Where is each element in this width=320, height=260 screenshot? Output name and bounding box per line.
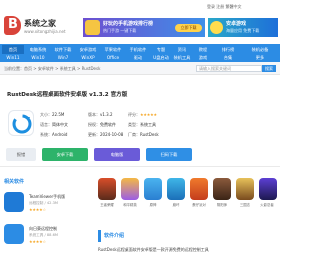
section-marker bbox=[98, 230, 101, 242]
nav-sub-item[interactable]: 合集 bbox=[214, 53, 242, 62]
game-icon[interactable] bbox=[213, 178, 231, 200]
related-meta: 系统工具 / 88.6M bbox=[29, 233, 58, 237]
teamviewer-icon bbox=[4, 192, 24, 212]
related-rating: ★★★★☆ bbox=[29, 239, 46, 244]
section-text: RustDesk远程桌面软件安卓版是一款开源免费的远程控制工具 bbox=[98, 247, 209, 252]
ad-banner-android[interactable]: 安卓游戏 海量应用 免费下载 bbox=[208, 18, 278, 37]
ad-banner-games[interactable]: 好玩的手机游戏排行榜 热门手游 一键下载 立即下载 bbox=[83, 18, 205, 37]
report-button[interactable]: 报错 bbox=[6, 148, 36, 161]
divider bbox=[0, 166, 280, 171]
nav-sub-item[interactable]: WinXP bbox=[76, 53, 100, 62]
meta-license: 授权：免费软件 bbox=[88, 122, 116, 127]
game-label[interactable]: 原神 bbox=[142, 202, 164, 207]
section-title: 软件介绍 bbox=[104, 233, 125, 239]
breadcrumb[interactable]: 当前位置：首页 > 安卓软件 > 系统工具 > RustDesk bbox=[4, 66, 100, 72]
game-label[interactable]: 三国志 bbox=[234, 202, 256, 207]
banner-title: 安卓游戏 bbox=[226, 21, 247, 27]
game-label[interactable]: 阴阳师 bbox=[211, 202, 233, 207]
banner-subtitle: 海量应用 免费下载 bbox=[226, 28, 260, 33]
banner-subtitle: 热门手游 一键下载 bbox=[103, 28, 137, 33]
related-name[interactable]: 向日葵远程控制 bbox=[29, 226, 57, 232]
app-icon bbox=[8, 110, 34, 136]
game-icon[interactable] bbox=[236, 178, 254, 200]
nav-sub-item[interactable]: 驱动 bbox=[126, 53, 150, 62]
related-item[interactable]: TeamViewer手机版 远程控制 / 42.3M ★★★★☆ bbox=[4, 192, 90, 220]
meta-type: 类型：系统工具 bbox=[128, 122, 156, 127]
related-name[interactable]: TeamViewer手机版 bbox=[29, 194, 65, 200]
game-label[interactable]: 火影忍者 bbox=[256, 202, 278, 207]
header: B 系统之家 www.xitongzhijia.net 好玩的手机游戏排行榜 热… bbox=[0, 0, 280, 42]
nav-sub-item[interactable]: U盘启动 bbox=[151, 53, 171, 62]
user-links[interactable]: 登录 注册 繁體中文 bbox=[207, 4, 242, 10]
related-item[interactable]: 向日葵远程控制 系统工具 / 88.6M ★★★★☆ bbox=[4, 224, 90, 252]
game-icon[interactable] bbox=[259, 178, 277, 200]
meta-rating: 评分：★★★★★ bbox=[128, 112, 157, 117]
search-button[interactable]: 搜索 bbox=[262, 65, 276, 72]
nav-sub-item[interactable]: Win7 bbox=[51, 53, 75, 62]
meta-version: 版本：v1.3.2 bbox=[88, 112, 113, 117]
meta-size: 大小：22.5M bbox=[40, 112, 65, 117]
android-badge-icon bbox=[210, 21, 223, 34]
main-nav: 首页 电脑系统 软件下载 安卓游戏 苹果软件 手机软件 专题 资讯 教程 排行榜… bbox=[0, 44, 280, 62]
nav-sub-item[interactable]: Office bbox=[101, 53, 125, 62]
search-input[interactable]: 请输入搜索关键词 bbox=[196, 65, 262, 72]
game-label[interactable]: 王者荣耀 bbox=[96, 202, 118, 207]
site-url: www.xitongzhijia.net bbox=[24, 29, 66, 34]
sunflower-icon bbox=[4, 224, 24, 244]
game-icon[interactable] bbox=[98, 178, 116, 200]
qr-download-button[interactable]: 扫码下载 bbox=[146, 148, 192, 161]
nav-sub-item[interactable]: 装机工具 bbox=[172, 53, 192, 62]
game-icon[interactable] bbox=[190, 178, 208, 200]
nav-sub-item[interactable]: 更多 bbox=[244, 53, 276, 62]
nav-sub-item[interactable]: Win10 bbox=[26, 53, 50, 62]
site-logo[interactable]: B bbox=[4, 16, 21, 35]
game-icon[interactable] bbox=[144, 178, 162, 200]
meta-updated: 更新：2024-10-08 bbox=[88, 132, 124, 137]
banner-title: 好玩的手机游戏排行榜 bbox=[103, 21, 154, 27]
game-icon bbox=[85, 20, 100, 35]
meta-language: 语言：简体中文 bbox=[40, 122, 68, 127]
game-icon[interactable] bbox=[121, 178, 139, 200]
game-label[interactable]: 蛋仔派对 bbox=[188, 202, 210, 207]
pc-version-button[interactable]: 电脑版 bbox=[94, 148, 140, 161]
related-heading: 相关软件 bbox=[4, 179, 25, 185]
meta-system: 系统：Android bbox=[40, 132, 68, 137]
android-download-button[interactable]: 安卓下载 bbox=[42, 148, 88, 161]
site-title[interactable]: 系统之家 bbox=[24, 18, 56, 29]
related-meta: 远程控制 / 42.3M bbox=[29, 201, 58, 205]
breadcrumb-bar: 当前位置：首页 > 安卓软件 > 系统工具 > RustDesk 请输入搜索关键… bbox=[0, 62, 280, 75]
meta-vendor: 厂商：RustDesk bbox=[128, 132, 159, 137]
related-rating: ★★★★☆ bbox=[29, 207, 46, 212]
nav-sub-item[interactable]: Win11 bbox=[2, 53, 24, 62]
rustdesk-logo-icon bbox=[12, 114, 32, 134]
app-title: RustDesk远程桌面软件安卓版 v1.3.2 官方版 bbox=[7, 92, 128, 98]
game-icon[interactable] bbox=[167, 178, 185, 200]
logo-letter: B bbox=[8, 17, 18, 32]
game-label[interactable]: 和平精英 bbox=[119, 202, 141, 207]
banner-download-button[interactable]: 立即下载 bbox=[175, 24, 202, 32]
game-label[interactable]: 崩坏 bbox=[165, 202, 187, 207]
nav-sub-item[interactable]: 游戏 bbox=[193, 53, 213, 62]
